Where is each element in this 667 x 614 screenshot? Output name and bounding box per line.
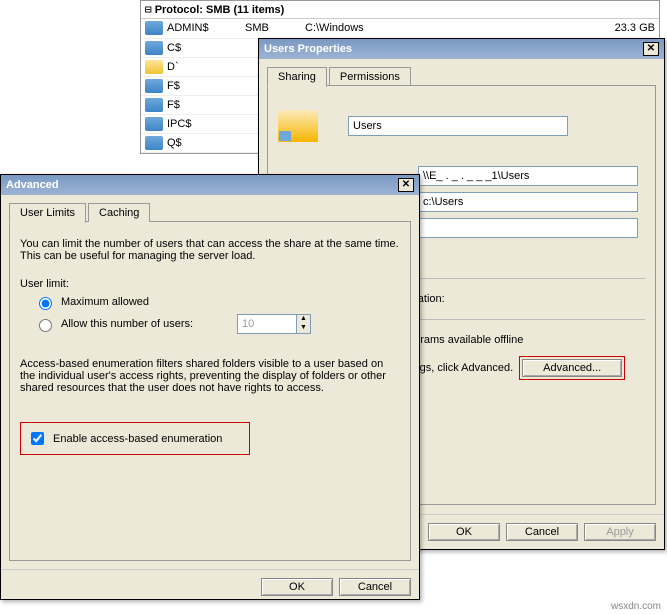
- share-icon: [145, 21, 163, 35]
- folder-icon: [145, 60, 163, 74]
- abe-checkbox-label: Enable access-based enumeration: [53, 433, 222, 445]
- collapse-icon[interactable]: ⊟: [145, 3, 152, 16]
- watermark: wsxdn.com: [611, 601, 661, 612]
- tab-sharing[interactable]: Sharing: [267, 67, 327, 87]
- offline-label: ograms available offline: [408, 334, 645, 346]
- radio-maximum-label: Maximum allowed: [61, 296, 149, 308]
- tab-user-limits[interactable]: User Limits: [9, 203, 86, 223]
- advanced-dialog: Advanced ✕ User Limits Caching You can l…: [0, 174, 420, 600]
- abe-checkbox[interactable]: [31, 432, 44, 445]
- user-count-spinner[interactable]: ▲▼: [237, 314, 311, 334]
- grid-header[interactable]: ⊟ Protocol: SMB (11 items): [141, 1, 659, 19]
- radio-maximum[interactable]: [39, 297, 52, 310]
- close-icon[interactable]: ✕: [398, 178, 414, 192]
- folder-large-icon: [278, 110, 318, 142]
- advanced-hint: tings, click Advanced.: [408, 362, 513, 374]
- share-icon: [145, 117, 163, 131]
- local-path-input[interactable]: [418, 192, 638, 212]
- abe-description: Access-based enumeration filters shared …: [20, 358, 400, 394]
- intro-text: You can limit the number of users that c…: [20, 238, 400, 262]
- ok-button[interactable]: OK: [261, 578, 333, 596]
- share-name-input[interactable]: [348, 116, 568, 136]
- tab-caching[interactable]: Caching: [88, 203, 150, 222]
- titlebar[interactable]: Advanced ✕: [1, 175, 419, 195]
- description-label: eration:: [408, 293, 645, 305]
- share-icon: [145, 79, 163, 93]
- dialog-title: Users Properties: [264, 43, 352, 55]
- apply-button[interactable]: Apply: [584, 523, 656, 541]
- share-icon: [145, 98, 163, 112]
- share-icon: [145, 41, 163, 55]
- tab-permissions[interactable]: Permissions: [329, 67, 411, 86]
- empty-input[interactable]: [418, 218, 638, 238]
- cancel-button[interactable]: Cancel: [339, 578, 411, 596]
- share-icon: [145, 136, 163, 150]
- ok-button[interactable]: OK: [428, 523, 500, 541]
- cancel-button[interactable]: Cancel: [506, 523, 578, 541]
- user-limit-label: User limit:: [20, 278, 400, 290]
- spin-up-icon[interactable]: ▲: [297, 315, 310, 324]
- spinner-input[interactable]: [237, 314, 297, 334]
- radio-allow-label: Allow this number of users:: [61, 318, 231, 330]
- advanced-button[interactable]: Advanced...: [522, 359, 622, 377]
- table-row[interactable]: ADMIN$SMBC:\Windows23.3 GB: [141, 19, 659, 38]
- network-path-input[interactable]: [418, 166, 638, 186]
- close-icon[interactable]: ✕: [643, 42, 659, 56]
- radio-allow-number[interactable]: [39, 319, 52, 332]
- dialog-title: Advanced: [6, 179, 59, 191]
- spin-down-icon[interactable]: ▼: [297, 324, 310, 333]
- grid-header-text: Protocol: SMB (11 items): [155, 4, 285, 16]
- titlebar[interactable]: Users Properties ✕: [259, 39, 664, 59]
